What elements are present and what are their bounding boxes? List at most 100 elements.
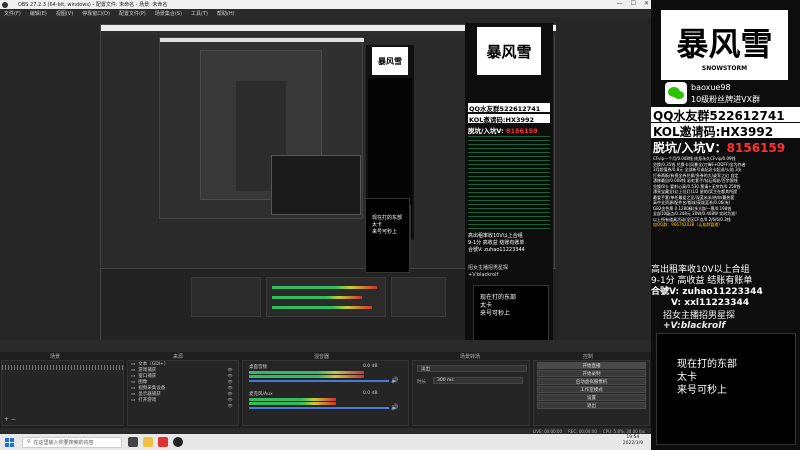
duration-label: 时长 <box>417 380 426 385</box>
promo-panel: 暴风雪 SNOWSTORM baoxue98 10级粉丝牌进VX群 QQ水友群5… <box>651 0 800 450</box>
close-button[interactable]: ✕ <box>644 0 649 7</box>
vx-line-label: 脱坑/入坑V： <box>653 141 727 155</box>
menu-file[interactable]: 文件(F) <box>4 10 21 17</box>
mixer-mic-icon[interactable]: 🔊 <box>391 404 398 411</box>
scene-item[interactable] <box>2 365 123 370</box>
nested-anchor-mid: 招女主播招男星探 +V:blackrolf <box>468 265 509 278</box>
promo-logo: 暴风雪 SNOWSTORM <box>661 10 788 80</box>
search-icon: ⚲ <box>27 439 31 445</box>
start-recording-button[interactable]: 开始录制 <box>537 370 646 377</box>
studio-mode-button[interactable]: 工作室模式 <box>537 386 646 393</box>
windows-taskbar: ⚲ 在这里输入你要搜索的内容 19:54 2022/3/9 <box>0 434 651 450</box>
nested-logo-small: 暴风雪 <box>372 47 408 75</box>
wechat-id: baoxue98 <box>691 83 731 92</box>
source-label: 打开游戏 <box>138 398 157 403</box>
nested-meter-2 <box>272 296 362 299</box>
cpu-status: CPU: 5.8%, 30.00 fps <box>602 428 645 434</box>
qq-group-banner: QQ水友群522612741 <box>651 107 800 123</box>
promo-logo-text: 暴风雪 <box>676 24 773 63</box>
app-icon-red[interactable] <box>158 437 168 447</box>
menu-docks[interactable]: 停靠窗口(D) <box>82 10 110 17</box>
source-visibility-icons[interactable]: 👁 👁 👁 👁 👁 👁 👁 <box>226 367 234 409</box>
nested-vx-mid: 脱坑/入坑V: 8156159 <box>468 127 538 135</box>
status-line-2: 太卡 <box>677 372 697 383</box>
mixer-meter-mic-r <box>249 402 336 405</box>
preview-info-box-small: 现在打的东部 太卡 来号可秒上 <box>365 198 410 273</box>
anchor-recruit: 招女主播招男星探 +V:blackrolf <box>663 311 800 333</box>
menu-view[interactable]: 视图(V) <box>56 10 73 17</box>
mixer-level-mic: 0.0 dB <box>363 391 378 396</box>
window-controls: — ☐ ✕ <box>617 0 649 7</box>
start-menu-icon[interactable] <box>5 437 14 447</box>
sources-dock-title: 来源 <box>173 354 184 360</box>
recruit-line-4: V: xxl11223344 <box>671 298 750 308</box>
kol-code-banner: KOL邀请码:HX3992 <box>651 123 800 139</box>
bottom-docks: 场景 来源 混音器 场景转场 控制 + − ▭ 文本（GDI+） ▭ 游戏捕获 … <box>0 340 651 428</box>
status-line-3: 来号可秒上 <box>677 385 727 396</box>
live-status: LIVE: 00:00:00 <box>532 428 563 434</box>
wechat-desc: 10级粉丝牌进VX群 <box>691 95 761 104</box>
screen: OBS 27.2.3 (64-bit, windows) - 配置文件: 未命名… <box>0 0 800 450</box>
minimize-button[interactable]: — <box>617 0 623 7</box>
price-ticker: CFvip一个月/0.008钱 终身永久CFvip/0.09钱 兑换/0.35钱… <box>653 156 799 262</box>
start-virtual-camera-button[interactable]: 启动虚拟摄像机 <box>537 378 646 385</box>
preview-canvas[interactable]: 暴风雪 暴风雪 QQ水友群522612741 KOL邀请码:HX3992 脱坑/… <box>0 17 651 346</box>
nested-dark-window <box>271 155 361 215</box>
mixer-meter-mic <box>249 398 336 401</box>
rec-status: REC: 00:00:00 <box>568 428 597 434</box>
nested-logo-mid: 暴风雪 <box>477 27 541 75</box>
nested-meter-3 <box>272 306 372 309</box>
menu-scene-collection[interactable]: 场景集合(S) <box>155 10 182 17</box>
status-info-box: 现在打的东部 太卡 来号可秒上 <box>656 333 796 445</box>
controls-dock-title: 控制 <box>583 354 594 360</box>
controls-dock: 开始直播 开始录制 启动虚拟摄像机 工作室模式 设置 退出 <box>533 360 650 426</box>
nested-promo-mid: 暴风雪 QQ水友群522612741 KOL邀请码:HX3992 脱坑/入坑V:… <box>465 23 553 345</box>
start-streaming-button[interactable]: 开始直播 <box>537 362 646 369</box>
transitions-dock: 淡出 时长 300 ms <box>412 360 530 426</box>
mixer-meter-desktop-r <box>249 375 364 378</box>
file-explorer-icon[interactable] <box>143 437 153 447</box>
mixer-label-mic: 麦克风/Aux <box>249 392 273 397</box>
nested-titlebar-2 <box>160 38 364 42</box>
mixer-level-desktop: 0.0 dB <box>363 364 378 369</box>
scenes-dock: + − <box>1 360 124 426</box>
recruit-line-1: 高出租率收10V以上合组 <box>651 265 750 275</box>
menu-tools[interactable]: 工具(T) <box>191 10 208 17</box>
window-titlebar: OBS 27.2.3 (64-bit, windows) - 配置文件: 未命名… <box>0 0 651 9</box>
system-clock[interactable]: 19:54 2022/3/9 <box>623 435 643 447</box>
menu-help[interactable]: 帮助(H) <box>217 10 235 17</box>
vx-line-value: 8156159 <box>726 141 786 155</box>
mixer-slider-mic[interactable] <box>249 407 389 409</box>
menu-profile[interactable]: 配置文件(P) <box>119 10 146 17</box>
exit-button[interactable]: 退出 <box>537 402 646 409</box>
nested-recruit-mid: 高出租率收10V以上合组 9-1分 高收益 结账有账单 合號V: zuhao1122… <box>468 233 525 253</box>
maximize-button[interactable]: ☐ <box>631 0 636 7</box>
settings-button[interactable]: 设置 <box>537 394 646 401</box>
nested-sources-dock <box>191 277 261 317</box>
nested-kol-mid: KOL邀请码:HX3992 <box>468 114 550 124</box>
recruit-line-2: 9-1分 高收益 结账有账单 <box>651 276 753 286</box>
anchor-recruit-line: 招女主播招男星探 <box>663 311 736 321</box>
nested-controls-dock <box>391 277 446 317</box>
nested-info-box-mid: 现在打的东部 太卡 来号可秒上 <box>473 285 549 341</box>
menu-edit[interactable]: 编辑(E) <box>30 10 47 17</box>
mixer-label-desktop: 桌面音频 <box>249 365 267 370</box>
nested-qq-mid: QQ水友群522612741 <box>468 103 550 113</box>
source-row[interactable]: ▭ 打开游戏 <box>128 397 238 404</box>
scenes-dock-title: 场景 <box>50 354 61 360</box>
duration-input[interactable]: 300 ms <box>433 377 523 384</box>
transition-select[interactable]: 淡出 <box>417 365 527 372</box>
scene-add-button[interactable]: + − <box>4 416 16 423</box>
dock-tab-strip <box>0 340 651 352</box>
nested-ticker-mid <box>468 136 550 231</box>
task-view-icon[interactable] <box>128 437 138 447</box>
anchor-vx-line: +V:blackrolf <box>663 321 726 331</box>
menu-bar: 文件(F) 编辑(E) 视图(V) 停靠窗口(D) 配置文件(P) 场景集合(S… <box>0 9 651 17</box>
taskbar-search-input[interactable]: ⚲ 在这里输入你要搜索的内容 <box>22 436 122 448</box>
mixer-speaker-icon[interactable]: 🔊 <box>391 377 398 384</box>
mixer-slider-desktop[interactable] <box>249 380 389 382</box>
obs-taskbar-icon[interactable] <box>173 437 183 447</box>
status-line-1: 现在打的东部 <box>677 359 737 370</box>
promo-logo-sub: SNOWSTORM <box>701 64 748 72</box>
obs-app-icon <box>2 1 8 8</box>
